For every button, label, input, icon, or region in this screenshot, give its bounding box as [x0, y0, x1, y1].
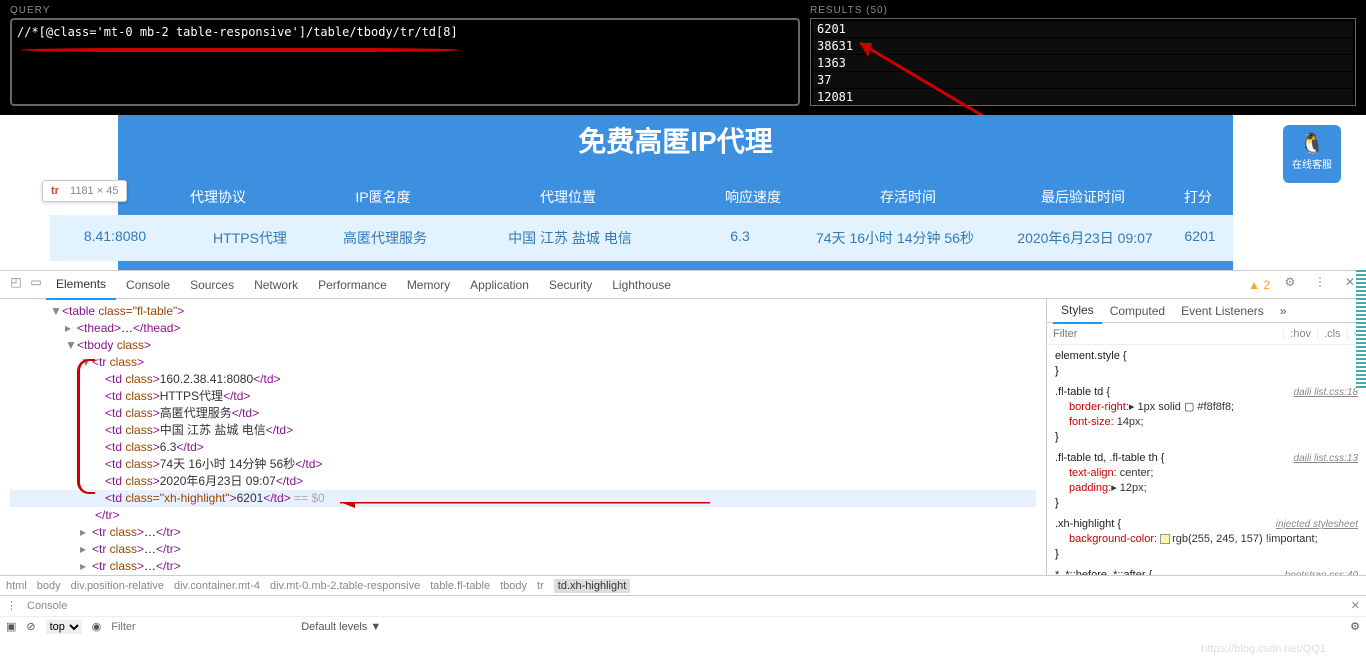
tab-memory[interactable]: Memory — [397, 271, 460, 299]
query-input[interactable] — [17, 25, 793, 39]
bc-item[interactable]: body — [37, 580, 61, 592]
th: 打分 — [1168, 187, 1228, 207]
styles-filter[interactable] — [1047, 328, 1283, 340]
drawer-close-icon[interactable]: ✕ — [1351, 599, 1360, 612]
th: 代理位置 — [448, 187, 688, 207]
results-label: RESULTS (50) — [810, 5, 1356, 16]
levels-select[interactable]: Default levels ▼ — [301, 621, 381, 633]
computed-tab[interactable]: Computed — [1102, 299, 1173, 323]
settings-icon[interactable]: ⚙ — [1280, 275, 1300, 295]
bc-item[interactable]: tbody — [500, 580, 527, 592]
console-drawer: ⋮ Console ✕ ▣ ⊘ top ◉ Default levels ▼ ⚙ — [0, 595, 1366, 637]
table-row[interactable]: 8.41:8080 HTTPS代理 高匿代理服务 中国 江苏 盐城 电信 6.3… — [50, 215, 1233, 261]
td-score: 6201 — [1170, 228, 1230, 248]
bc-item[interactable]: div.container.mt-4 — [174, 580, 260, 592]
live-expr-icon[interactable]: ◉ — [92, 620, 102, 633]
console-sidebar-icon[interactable]: ▣ — [6, 620, 16, 633]
styles-panel: Styles Computed Event Listeners » :hov .… — [1046, 299, 1366, 575]
bc-item[interactable]: tr — [537, 580, 544, 592]
element-tooltip: tr 1181 × 45 — [42, 180, 127, 202]
right-edge-decoration — [1356, 270, 1366, 390]
dom-tree[interactable]: ▼<table class="fl-table"> ▸<thead>…</the… — [0, 299, 1046, 575]
bc-item[interactable]: div.position-relative — [71, 580, 164, 592]
th: 代理协议 — [118, 187, 318, 207]
td-protocol: HTTPS代理 — [180, 228, 320, 248]
xpath-helper-panel: QUERY RESULTS (50) 6201 38631 1363 37 12… — [0, 0, 1366, 115]
banner-title: 免费高匿IP代理 — [118, 115, 1233, 160]
tab-lighthouse[interactable]: Lighthouse — [602, 271, 681, 299]
tooltip-dimensions: 1181 × 45 — [70, 185, 118, 197]
bc-item[interactable]: table.fl-table — [430, 580, 490, 592]
console-label[interactable]: Console — [27, 600, 67, 612]
result-item: 6201 — [813, 21, 1353, 37]
listeners-tab[interactable]: Event Listeners — [1173, 299, 1272, 323]
td-alive: 74天 16小时 14分钟 56秒 — [790, 228, 1000, 248]
td-ip: 8.41:8080 — [50, 228, 180, 248]
result-item: 37 — [813, 72, 1353, 88]
td-speed: 6.3 — [690, 228, 790, 248]
breadcrumb: html body div.position-relative div.cont… — [0, 575, 1366, 595]
query-label: QUERY — [10, 5, 800, 16]
console-settings-icon[interactable]: ⚙ — [1350, 620, 1360, 633]
result-item: 12081 — [813, 89, 1353, 105]
results-box[interactable]: 6201 38631 1363 37 12081 — [810, 18, 1356, 106]
devtools-tabs: ◰ ▭ Elements Console Sources Network Per… — [0, 271, 1366, 299]
tab-performance[interactable]: Performance — [308, 271, 397, 299]
query-section: QUERY — [10, 5, 800, 107]
table-header: 代理协议 IP匿名度 代理位置 响应速度 存活时间 最后验证时间 打分 — [118, 175, 1233, 219]
tab-network[interactable]: Network — [244, 271, 308, 299]
qq-icon: 🐧 — [1283, 131, 1341, 156]
annotation-underline — [20, 48, 460, 52]
tab-security[interactable]: Security — [539, 271, 602, 299]
warnings-badge[interactable]: ▲ 2 — [1248, 278, 1270, 292]
styles-tab[interactable]: Styles — [1053, 299, 1102, 324]
td-anonymity: 高匿代理服务 — [320, 228, 450, 248]
bc-item[interactable]: div.mt-0.mb-2.table-responsive — [270, 580, 420, 592]
console-filter[interactable] — [111, 621, 291, 633]
customer-service-float[interactable]: 🐧 在线客服 — [1283, 125, 1341, 183]
results-section: RESULTS (50) 6201 38631 1363 37 12081 — [810, 5, 1356, 107]
th: 存活时间 — [818, 187, 998, 207]
inspect-icon[interactable]: ◰ — [6, 275, 26, 295]
th: 响应速度 — [688, 187, 818, 207]
context-select[interactable]: top — [46, 620, 82, 634]
more-icon[interactable]: ⋮ — [1310, 275, 1330, 295]
hov-toggle[interactable]: :hov — [1283, 328, 1317, 340]
watermark: https://blog.csdn.net/QQ1 — [1201, 643, 1326, 655]
th: IP匿名度 — [318, 187, 448, 207]
device-icon[interactable]: ▭ — [26, 275, 46, 295]
th: 最后验证时间 — [998, 187, 1168, 207]
result-item: 38631 — [813, 38, 1353, 54]
clear-console-icon[interactable]: ⊘ — [26, 620, 35, 633]
more-tabs-icon[interactable]: » — [1272, 299, 1295, 323]
td-location: 中国 江苏 盐城 电信 — [450, 228, 690, 248]
tab-sources[interactable]: Sources — [180, 271, 244, 299]
bc-item-active[interactable]: td.xh-highlight — [554, 579, 631, 593]
tab-console[interactable]: Console — [116, 271, 180, 299]
td-verified: 2020年6月23日 09:07 — [1000, 228, 1170, 248]
bc-item[interactable]: html — [6, 580, 27, 592]
tooltip-tag: tr — [51, 185, 59, 197]
cls-toggle[interactable]: .cls — [1317, 328, 1347, 340]
page-content: 免费高匿IP代理 tr 1181 × 45 🐧 在线客服 代理协议 IP匿名度 … — [0, 115, 1366, 270]
query-box — [10, 18, 800, 106]
qq-label: 在线客服 — [1292, 160, 1332, 171]
tab-application[interactable]: Application — [460, 271, 539, 299]
result-item: 1363 — [813, 55, 1353, 71]
tab-elements[interactable]: Elements — [46, 270, 116, 300]
drawer-menu-icon[interactable]: ⋮ — [6, 599, 17, 612]
devtools: ◰ ▭ Elements Console Sources Network Per… — [0, 270, 1366, 637]
